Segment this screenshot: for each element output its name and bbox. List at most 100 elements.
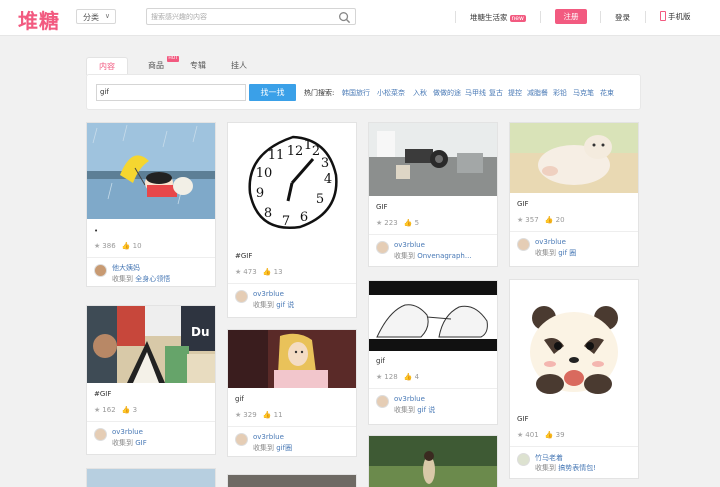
hot-word[interactable]: 小松菜奈 <box>377 88 405 98</box>
star-icon: ★ <box>376 373 383 381</box>
avatar[interactable] <box>235 290 248 303</box>
collection-link[interactable]: gif圈 <box>276 444 292 452</box>
thumbs-count: 13 <box>273 268 283 276</box>
pin-card[interactable]: GIF ★ 223 👍 5 ov3rblue 收集到 Onvenagraph... <box>368 122 498 267</box>
pin-card[interactable] <box>368 435 498 487</box>
svg-text:9: 9 <box>256 186 264 201</box>
user-name[interactable]: ov3rblue <box>394 241 425 249</box>
hot-word[interactable]: 彩铅 <box>553 88 567 98</box>
tab-albums[interactable]: 专辑 <box>183 57 213 75</box>
pin-card[interactable]: gif ★ 128 👍 4 ov3rblue 收集到 gif 说 <box>368 280 498 425</box>
pin-card[interactable]: • ★ 386 👍 10 他大姨妈 收集到 全身心领悟 <box>86 122 216 287</box>
hot-word[interactable]: 做做的途 <box>433 88 461 98</box>
card-divider <box>87 421 215 422</box>
hot-word[interactable]: 马克笔 <box>573 88 594 98</box>
user-name[interactable]: ov3rblue <box>535 238 566 246</box>
nav-divider <box>540 11 541 23</box>
search-placeholder: 搜索感兴趣的内容 <box>151 13 207 21</box>
avatar[interactable] <box>94 264 107 277</box>
pin-card[interactable]: Du #GIF ★ 162 👍 3 ov3rblue 收集到 GIF <box>86 305 216 455</box>
mobile-link[interactable]: 手机版 <box>660 11 691 22</box>
hot-word[interactable]: 减脂餐 <box>527 88 548 98</box>
collection-link[interactable]: 全身心领悟 <box>135 275 170 283</box>
user-name[interactable]: 竹马老着 <box>535 453 563 463</box>
collection-link[interactable]: GIF <box>135 439 147 447</box>
collection-link[interactable]: gif 说 <box>276 301 294 309</box>
pin-image[interactable] <box>369 281 497 351</box>
pin-card[interactable] <box>86 468 216 487</box>
register-button[interactable]: 注册 <box>555 9 587 24</box>
search-icon[interactable] <box>338 11 351 24</box>
likes-count: 223 <box>384 219 398 227</box>
nav-divider <box>455 11 456 23</box>
hot-word[interactable]: 复古 <box>489 88 503 98</box>
thumb-icon: 👍 <box>544 216 554 224</box>
tab-goods[interactable]: 商品 HOT <box>141 56 179 75</box>
life-link[interactable]: 堆糖生活家 new <box>470 12 526 23</box>
pin-image[interactable] <box>87 469 215 487</box>
pin-card[interactable]: GIF ★ 357 👍 20 ov3rblue 收集到 gif 圈 <box>509 122 639 267</box>
pin-title: GIF <box>517 415 529 423</box>
hot-word[interactable]: 花束 <box>600 88 614 98</box>
tab-label: 专辑 <box>190 61 206 70</box>
pin-image[interactable]: Du <box>87 306 215 383</box>
user-name[interactable]: 他大姨妈 <box>112 263 140 273</box>
hot-word[interactable]: 韩国旅行 <box>342 88 370 98</box>
avatar[interactable] <box>376 241 389 254</box>
avatar[interactable] <box>517 238 530 251</box>
collection-link[interactable]: gif 说 <box>417 406 435 414</box>
pin-title: • <box>94 227 99 235</box>
star-icon: ★ <box>517 431 524 439</box>
category-label: 分类 <box>83 13 99 22</box>
collection-link[interactable]: gif 圈 <box>558 249 576 257</box>
pin-stats: ★ 162 👍 3 <box>94 406 137 414</box>
pin-title: GIF <box>517 200 529 208</box>
hot-word[interactable]: 提控 <box>508 88 522 98</box>
pin-card[interactable] <box>227 474 357 487</box>
user-name[interactable]: ov3rblue <box>394 395 425 403</box>
pin-card[interactable]: gif ★ 329 👍 11 ov3rblue 收集到 gif圈 <box>227 329 357 457</box>
thumb-icon: 👍 <box>121 242 131 250</box>
search-input[interactable]: gif <box>96 84 246 101</box>
pin-card[interactable]: 12 11 10 987 654 321 #GIF ★ 473 👍 13 ov3rblu… <box>227 122 357 318</box>
thumbs-count: 39 <box>555 431 565 439</box>
thumbs-count: 11 <box>273 411 283 419</box>
pin-image[interactable] <box>87 123 215 219</box>
login-link[interactable]: 登录 <box>615 12 630 23</box>
avatar[interactable] <box>376 395 389 408</box>
collected-to-label: 收集到 <box>253 301 274 309</box>
avatar[interactable] <box>235 433 248 446</box>
pin-image[interactable] <box>369 123 497 196</box>
pin-image[interactable]: 12 11 10 987 654 321 <box>228 123 356 245</box>
pin-image[interactable] <box>510 123 638 193</box>
tab-content[interactable]: 内容 <box>86 57 128 75</box>
pin-image[interactable] <box>228 475 356 487</box>
site-logo[interactable]: 堆糖 <box>18 5 60 34</box>
thumb-icon: 👍 <box>403 219 413 227</box>
collection-link[interactable]: Onvenagraph... <box>417 252 471 260</box>
hot-word[interactable]: 入秋 <box>413 88 427 98</box>
pin-image[interactable] <box>510 280 638 408</box>
pin-title: #GIF <box>94 390 112 398</box>
thumbs-count: 5 <box>414 219 420 227</box>
thumb-icon: 👍 <box>544 431 554 439</box>
svg-text:4: 4 <box>324 172 332 187</box>
hot-word[interactable]: 马甲线 <box>465 88 486 98</box>
tab-people[interactable]: 挂人 <box>224 57 254 75</box>
user-name[interactable]: ov3rblue <box>253 433 284 441</box>
collection-line: 收集到 Onvenagraph... <box>394 251 472 261</box>
pin-image[interactable] <box>369 436 497 487</box>
pin-image[interactable] <box>228 330 356 388</box>
collection-link[interactable]: 搞势表情包! <box>558 464 596 472</box>
user-name[interactable]: ov3rblue <box>253 290 284 298</box>
search-box[interactable]: 搜索感兴趣的内容 <box>146 8 356 25</box>
category-dropdown[interactable]: 分类 ∨ <box>76 9 116 24</box>
avatar[interactable] <box>94 428 107 441</box>
card-divider <box>510 231 638 232</box>
mobile-label: 手机版 <box>668 12 691 21</box>
avatar[interactable] <box>517 453 530 466</box>
svg-text:1: 1 <box>304 138 312 153</box>
find-button[interactable]: 找一找 <box>249 84 296 101</box>
user-name[interactable]: ov3rblue <box>112 428 143 436</box>
pin-card[interactable]: GIF ★ 401 👍 39 竹马老着 收集到 搞势表情包! <box>509 279 639 479</box>
